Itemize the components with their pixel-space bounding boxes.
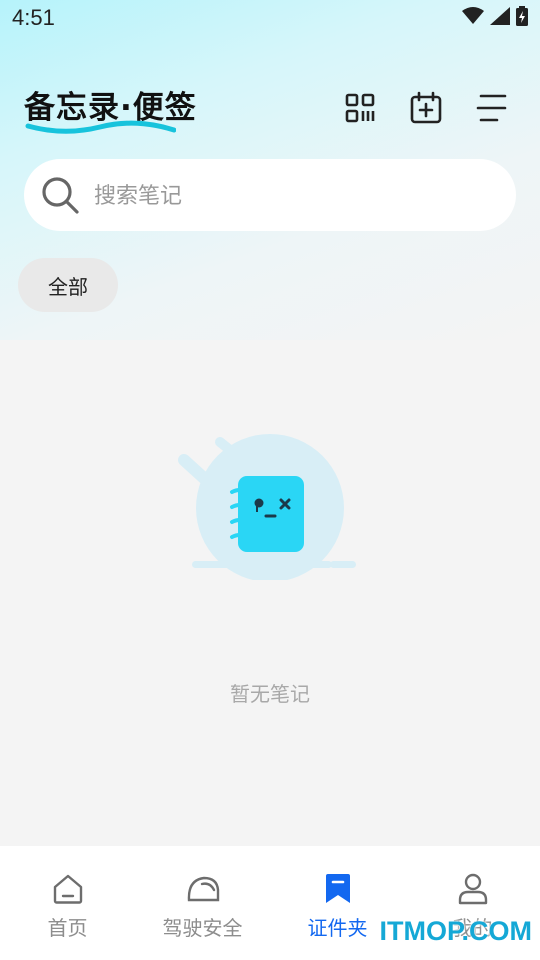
status-time: 4:51 — [12, 5, 55, 30]
calendar-add-icon[interactable] — [406, 88, 446, 128]
watermark-text: ITMOP.COM — [379, 916, 532, 946]
empty-notes-illustration — [170, 430, 370, 584]
person-icon — [458, 872, 488, 906]
helmet-icon — [186, 872, 220, 906]
filter-chip-all[interactable]: 全部 — [18, 258, 118, 312]
tab-label-id-folder: 证件夹 — [307, 916, 368, 940]
empty-state-message: 暂无笔记 — [230, 682, 310, 706]
status-icons — [462, 6, 528, 26]
tab-label-home: 首页 — [47, 916, 88, 940]
tab-driving-safety[interactable]: 驾驶安全 — [135, 846, 270, 960]
tab-label-driving-safety: 驾驶安全 — [162, 916, 243, 940]
bookmark-icon — [324, 872, 352, 906]
signal-icon — [490, 7, 510, 25]
home-icon — [52, 872, 84, 906]
menu-icon[interactable] — [472, 88, 512, 128]
title-underline — [25, 120, 176, 134]
search-bar[interactable] — [24, 159, 516, 231]
tab-home[interactable]: 首页 — [0, 846, 135, 960]
app-header: 备忘录·便签 — [0, 70, 540, 150]
battery-icon — [516, 6, 528, 26]
grid-qr-icon[interactable] — [340, 88, 380, 128]
status-bar: 4:51 — [0, 0, 540, 38]
search-icon — [40, 175, 80, 219]
wifi-icon — [462, 7, 484, 25]
search-input[interactable] — [92, 173, 496, 219]
